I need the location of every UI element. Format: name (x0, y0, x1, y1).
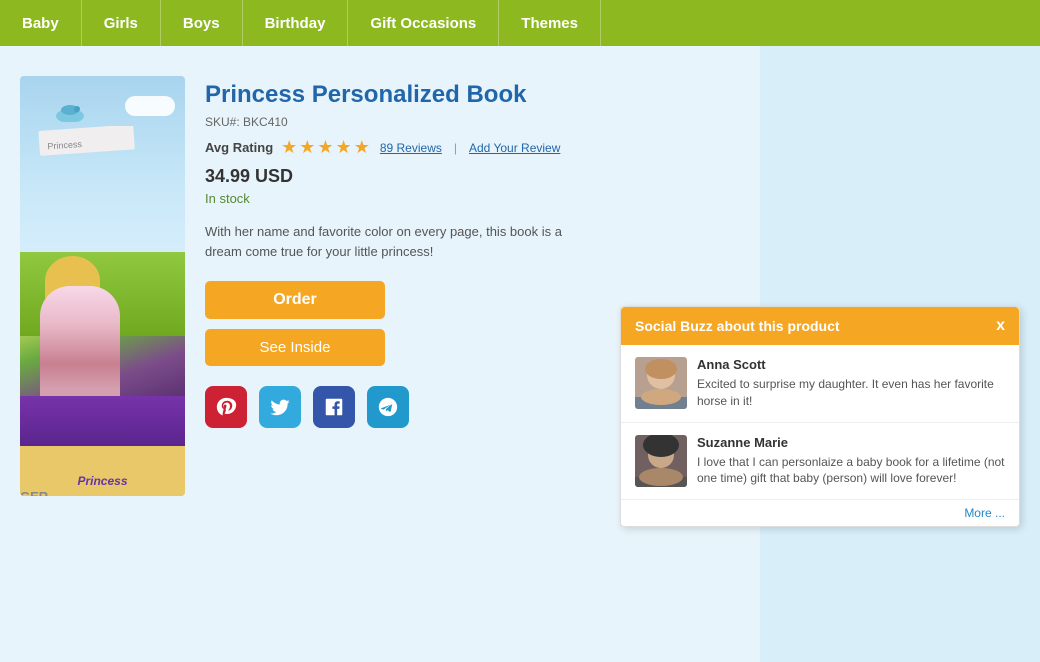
buzz-item-1: Anna Scott Excited to surprise my daught… (621, 345, 1019, 423)
order-button[interactable]: Order (205, 281, 385, 319)
twitter-icon (269, 396, 291, 418)
buzz-more-link[interactable]: More ... (621, 500, 1019, 526)
twitter-share-button[interactable] (259, 386, 301, 428)
star-rating: ★★★★★ (281, 137, 372, 158)
buzz-text-2: I love that I can personlaize a baby boo… (697, 454, 1005, 488)
product-price: 34.99 USD (205, 166, 1020, 187)
buzz-content-2: Suzanne Marie I love that I can personla… (697, 435, 1005, 488)
social-buzz-panel: Social Buzz about this product x Anna Sc… (620, 306, 1020, 527)
buzz-name-1: Anna Scott (697, 357, 1005, 372)
add-review-link[interactable]: Add Your Review (469, 141, 560, 155)
main-content: Princess Princess GER Princess Personali… (0, 46, 1040, 516)
product-sku: SKU#: BKC410 (205, 115, 1020, 129)
telegram-share-button[interactable] (367, 386, 409, 428)
buzz-item-2: Suzanne Marie I love that I can personla… (621, 423, 1019, 501)
buzz-content-1: Anna Scott Excited to surprise my daught… (697, 357, 1005, 410)
see-inside-button[interactable]: See Inside (205, 329, 385, 366)
social-buzz-title: Social Buzz about this product (635, 318, 840, 334)
book-banner-decoration: Princess (38, 126, 138, 161)
rating-row: Avg Rating ★★★★★ 89 Reviews | Add Your R… (205, 137, 1020, 158)
facebook-share-button[interactable] (313, 386, 355, 428)
facebook-icon (323, 396, 345, 418)
book-bird-decoration (55, 104, 85, 122)
suzanne-avatar-image (635, 435, 687, 487)
review-separator: | (454, 141, 457, 155)
nav-item-gift-occasions[interactable]: Gift Occasions (348, 0, 499, 46)
pinterest-share-button[interactable] (205, 386, 247, 428)
book-label-text: Princess (20, 474, 185, 488)
nav-bar: Baby Girls Boys Birthday Gift Occasions … (0, 0, 1040, 46)
product-image: Princess Princess (20, 76, 185, 496)
nav-item-girls[interactable]: Girls (82, 0, 161, 46)
buzz-name-2: Suzanne Marie (697, 435, 1005, 450)
social-buzz-header: Social Buzz about this product x (621, 307, 1019, 345)
nav-item-baby[interactable]: Baby (0, 0, 82, 46)
buzz-avatar-1 (635, 357, 687, 409)
rating-label: Avg Rating (205, 140, 273, 155)
product-description: With her name and favorite color on ever… (205, 222, 585, 261)
social-buzz-close-button[interactable]: x (996, 317, 1005, 335)
product-image-container: Princess Princess GER (20, 76, 185, 496)
telegram-icon (377, 396, 399, 418)
pinterest-icon (215, 396, 237, 418)
nav-item-boys[interactable]: Boys (161, 0, 243, 46)
product-title: Princess Personalized Book (205, 81, 1020, 109)
buzz-avatar-2 (635, 435, 687, 487)
nav-item-birthday[interactable]: Birthday (243, 0, 349, 46)
review-count-link[interactable]: 89 Reviews (380, 141, 442, 155)
product-stock: In stock (205, 191, 1020, 206)
ger-label: GER (20, 489, 48, 496)
buzz-text-1: Excited to surprise my daughter. It even… (697, 376, 1005, 410)
nav-item-themes[interactable]: Themes (499, 0, 601, 46)
anna-avatar-image (635, 357, 687, 409)
